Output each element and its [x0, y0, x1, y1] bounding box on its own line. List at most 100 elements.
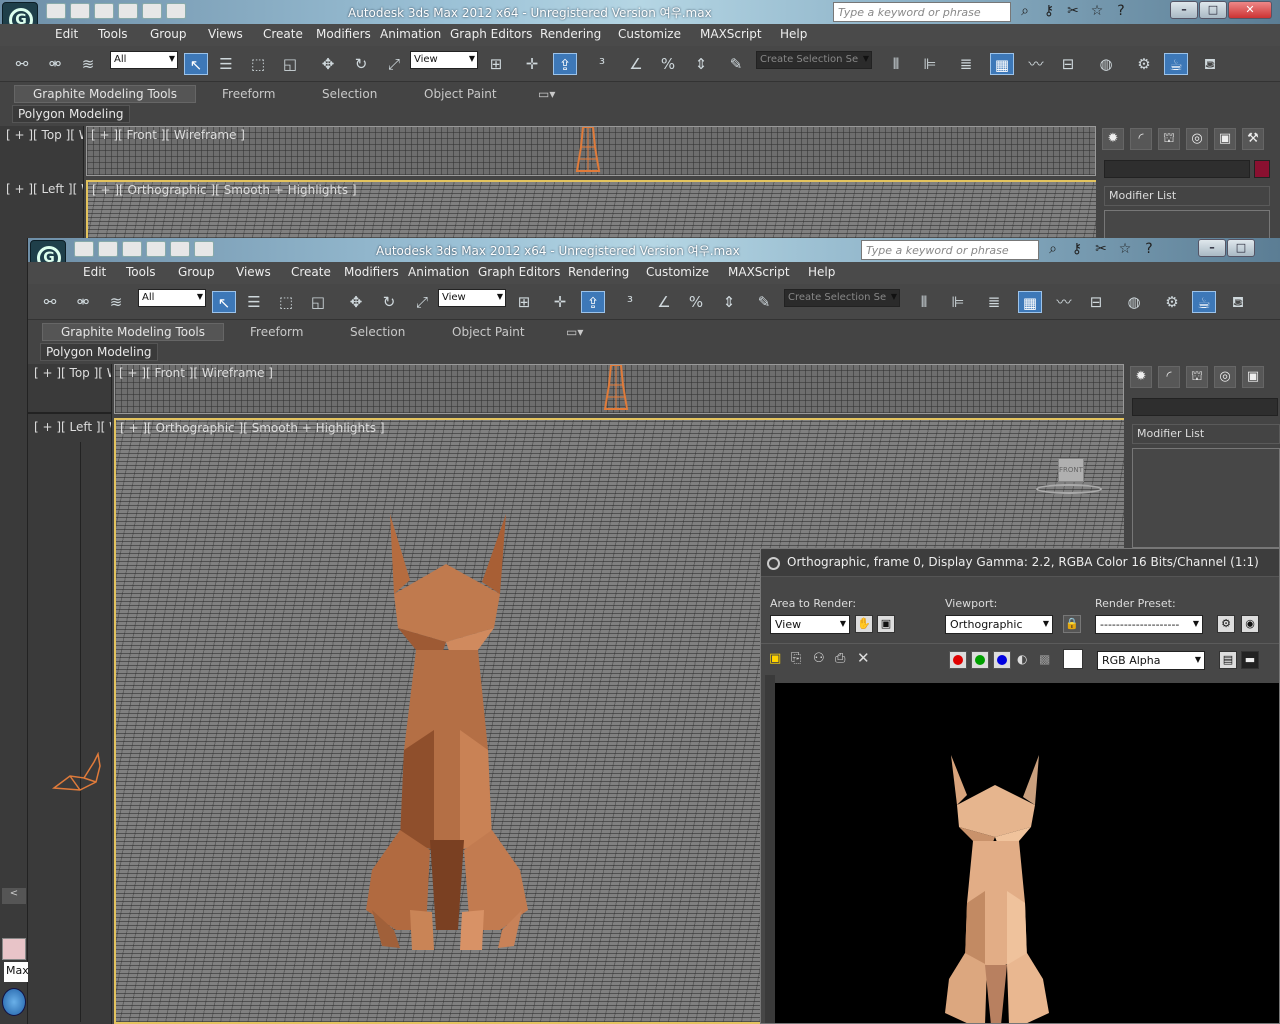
edit-region-icon[interactable]: ✋ [855, 615, 873, 633]
open-file-icon[interactable] [70, 3, 90, 19]
select-by-name-icon[interactable]: ☰ [242, 291, 266, 313]
star-icon[interactable]: ☆ [1088, 2, 1106, 20]
layer-icon[interactable]: ≣ [982, 291, 1006, 313]
graphite-icon[interactable]: ▦ [990, 53, 1014, 75]
schematic-icon[interactable]: ⊟ [1056, 53, 1080, 75]
angle-snap-icon[interactable]: ∠ [652, 291, 676, 313]
render-output-canvas[interactable] [775, 683, 1279, 1023]
move-icon[interactable]: ✥ [344, 291, 368, 313]
viewcube-icon[interactable]: FRONT [1034, 458, 1104, 498]
clone-window-icon[interactable]: ⚇ [813, 651, 825, 666]
color-swatch[interactable] [2, 938, 26, 960]
menu-tools[interactable]: Tools [98, 27, 128, 41]
unlink-icon[interactable]: ⚮ [43, 53, 67, 75]
window-crossing-icon[interactable]: ◱ [306, 291, 330, 313]
rotate-icon[interactable]: ↻ [349, 53, 373, 75]
open-file-icon[interactable] [98, 241, 118, 257]
select-link-icon[interactable]: ⚯ [38, 291, 62, 313]
tab-freeform[interactable]: Freeform [250, 325, 303, 339]
scale-icon[interactable]: ⤢ [410, 291, 434, 313]
select-link-icon[interactable]: ⚯ [10, 53, 34, 75]
modifier-list-dropdown[interactable]: Modifier List [1132, 424, 1280, 444]
named-selection-dropdown[interactable]: Create Selection Se [784, 289, 900, 307]
clear-icon[interactable]: ✕ [857, 649, 870, 667]
menu-customize[interactable]: Customize [618, 27, 681, 41]
spinner-snap-icon[interactable]: ⇕ [717, 291, 741, 313]
display-channel-dropdown[interactable]: RGB Alpha [1097, 651, 1205, 670]
curve-editor-icon[interactable]: 〰 [1052, 291, 1076, 313]
maximize-icon[interactable]: □ [1227, 239, 1255, 257]
select-by-name-icon[interactable]: ☰ [214, 53, 238, 75]
polygon-modeling-panel-front[interactable]: Polygon Modeling [40, 343, 158, 361]
menu-modifiers[interactable]: Modifiers [344, 265, 399, 279]
polygon-modeling-panel[interactable]: Polygon Modeling [12, 105, 130, 123]
ribbon-options-icon[interactable]: ▭▾ [566, 325, 583, 339]
angle-snap-icon[interactable]: ∠ [624, 53, 648, 75]
toggle-ui-icon[interactable]: ▬ [1241, 651, 1259, 669]
pivot-icon[interactable]: ⊞ [512, 291, 536, 313]
menu-edit[interactable]: Edit [83, 265, 106, 279]
layer-icon[interactable]: ≣ [954, 53, 978, 75]
named-selection-dropdown[interactable]: Create Selection Se [756, 51, 872, 69]
viewport-orthographic[interactable]: [ + ][ Orthographic ][ Smooth + Highligh… [86, 180, 1096, 240]
menu-modifiers[interactable]: Modifiers [316, 27, 371, 41]
auto-region-icon[interactable]: ▣ [877, 615, 895, 633]
tab-freeform[interactable]: Freeform [222, 87, 275, 101]
render-setup-icon[interactable]: ⚙ [1217, 615, 1235, 633]
toggle-ui-overlay-icon[interactable]: ▤ [1219, 651, 1237, 669]
project-folder-icon[interactable] [166, 3, 186, 19]
edit-named-sel-icon[interactable]: ✎ [752, 291, 776, 313]
scale-icon[interactable]: ⤢ [382, 53, 406, 75]
green-channel-toggle[interactable] [971, 651, 989, 669]
menu-graph-editors[interactable]: Graph Editors [478, 265, 560, 279]
pixel-color-swatch[interactable] [1063, 649, 1083, 669]
rect-region-icon[interactable]: ⬚ [246, 53, 270, 75]
menu-animation[interactable]: Animation [408, 265, 469, 279]
render-setup-icon[interactable]: ⚙ [1160, 291, 1184, 313]
alpha-channel-icon[interactable]: ◐ [1017, 652, 1027, 666]
close-icon[interactable]: ✕ [1228, 1, 1272, 19]
motion-tab-icon[interactable]: ◎ [1214, 366, 1236, 388]
menu-views[interactable]: Views [236, 265, 271, 279]
search-input[interactable]: Type a keyword or phrase [833, 2, 1011, 22]
binoculars-icon[interactable]: ⌕ [1044, 240, 1062, 258]
area-to-render-dropdown[interactable]: View [770, 615, 850, 634]
print-icon[interactable]: ⎙ [835, 651, 845, 666]
undo-icon[interactable] [118, 3, 138, 19]
render-setup-icon[interactable]: ⚙ [1132, 53, 1156, 75]
modifier-list-dropdown[interactable]: Modifier List [1104, 186, 1270, 206]
undo-icon[interactable] [146, 241, 166, 257]
curve-editor-icon[interactable]: 〰 [1024, 53, 1048, 75]
bind-spacewarp-icon[interactable]: ≋ [76, 53, 100, 75]
key-icon[interactable]: ⚷ [1068, 240, 1086, 258]
menu-create[interactable]: Create [263, 27, 303, 41]
menu-tools[interactable]: Tools [126, 265, 156, 279]
bind-spacewarp-icon[interactable]: ≋ [104, 291, 128, 313]
selection-filter-dropdown[interactable]: All [138, 289, 206, 307]
snap-icon[interactable]: ³ [618, 291, 642, 313]
help-icon[interactable]: ? [1112, 2, 1130, 20]
snap-icon[interactable]: ³ [590, 53, 614, 75]
material-editor-icon[interactable]: ◍ [1122, 291, 1146, 313]
viewport-dropdown[interactable]: Orthographic [945, 615, 1053, 634]
tools-icon[interactable]: ✂ [1064, 2, 1082, 20]
ref-coord-dropdown[interactable]: View [410, 51, 478, 69]
render-icon[interactable]: ⛾ [1198, 53, 1222, 75]
percent-snap-icon[interactable]: % [684, 291, 708, 313]
unlink-icon[interactable]: ⚮ [71, 291, 95, 313]
save-icon[interactable] [122, 241, 142, 257]
lock-icon[interactable]: 🔒 [1063, 615, 1081, 633]
key-icon[interactable]: ⚷ [1040, 2, 1058, 20]
rendered-frame-icon[interactable]: ☕ [1192, 291, 1216, 313]
display-tab-icon[interactable]: ▣ [1242, 366, 1264, 388]
redo-icon[interactable] [170, 241, 190, 257]
keyboard-shortcut-icon[interactable]: ⇪ [581, 291, 605, 313]
save-image-icon[interactable]: ▣ [769, 651, 781, 666]
select-object-icon[interactable]: ↖ [184, 53, 208, 75]
object-name-field[interactable] [1132, 398, 1278, 416]
redo-icon[interactable] [142, 3, 162, 19]
viewport-label-left[interactable]: [ + ][ Left ][ W [34, 420, 111, 434]
menu-views[interactable]: Views [208, 27, 243, 41]
menu-customize[interactable]: Customize [646, 265, 709, 279]
rendered-frame-icon[interactable]: ☕ [1164, 53, 1188, 75]
